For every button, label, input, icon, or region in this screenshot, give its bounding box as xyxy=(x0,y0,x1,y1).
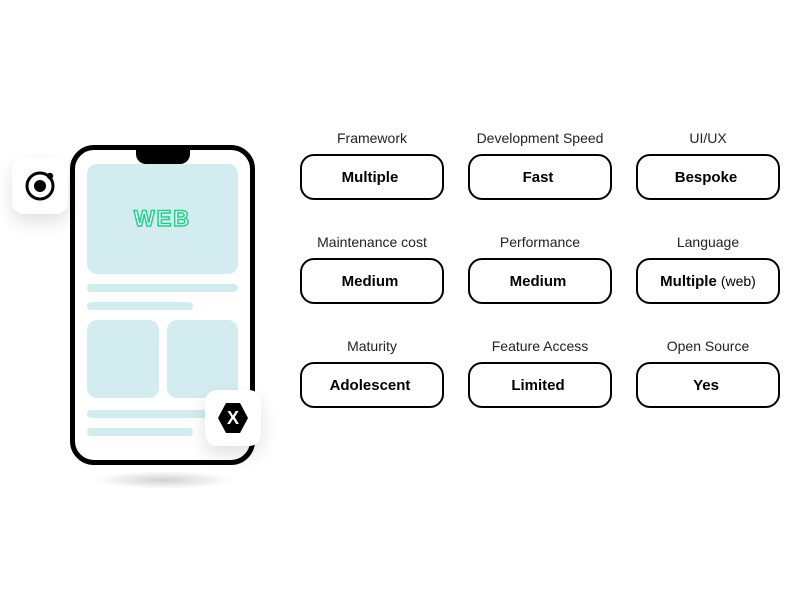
placeholder-bar-short xyxy=(87,302,193,310)
card-value: Medium xyxy=(342,273,399,290)
card-pill: Yes xyxy=(636,362,780,408)
card-maturity: Maturity Adolescent xyxy=(300,338,444,408)
card-framework: Framework Multiple xyxy=(300,130,444,200)
card-value: Multiple xyxy=(660,273,717,290)
card-value: Medium xyxy=(510,273,567,290)
card-development-speed: Development Speed Fast xyxy=(468,130,612,200)
hero-block: WEB xyxy=(87,164,238,274)
tile-row xyxy=(87,320,238,398)
card-category: Performance xyxy=(468,234,612,250)
card-maintenance-cost: Maintenance cost Medium xyxy=(300,234,444,304)
card-pill: Medium xyxy=(300,258,444,304)
card-language: Language Multiple(web) xyxy=(636,234,780,304)
card-value: Fast xyxy=(523,169,554,186)
card-pill: Medium xyxy=(468,258,612,304)
card-feature-access: Feature Access Limited xyxy=(468,338,612,408)
xamarin-icon: X xyxy=(215,400,251,436)
card-value: Bespoke xyxy=(675,169,738,186)
xamarin-badge: X xyxy=(205,390,261,446)
card-pill: Multiple(web) xyxy=(636,258,780,304)
card-value: Limited xyxy=(511,377,564,394)
card-category: Open Source xyxy=(636,338,780,354)
card-pill: Adolescent xyxy=(300,362,444,408)
placeholder-tile xyxy=(87,320,159,398)
card-pill: Bespoke xyxy=(636,154,780,200)
card-ui-ux: UI/UX Bespoke xyxy=(636,130,780,200)
attributes-grid: Framework Multiple Development Speed Fas… xyxy=(300,130,780,408)
card-value: Adolescent xyxy=(330,377,411,394)
card-category: Maturity xyxy=(300,338,444,354)
placeholder-tile xyxy=(167,320,239,398)
card-pill: Multiple xyxy=(300,154,444,200)
svg-text:X: X xyxy=(227,408,239,428)
card-category: Development Speed xyxy=(468,130,612,146)
placeholder-bar xyxy=(87,284,238,292)
ionic-icon xyxy=(23,169,57,203)
diagram-stage: WEB X xyxy=(0,0,800,600)
card-value: Multiple xyxy=(342,169,399,186)
card-suffix: (web) xyxy=(721,273,756,289)
card-performance: Performance Medium xyxy=(468,234,612,304)
card-category: Framework xyxy=(300,130,444,146)
web-label: WEB xyxy=(134,206,191,232)
card-pill: Fast xyxy=(468,154,612,200)
card-category: UI/UX xyxy=(636,130,780,146)
card-category: Feature Access xyxy=(468,338,612,354)
card-pill: Limited xyxy=(468,362,612,408)
placeholder-bar-short xyxy=(87,428,193,436)
card-category: Language xyxy=(636,234,780,250)
ionic-badge xyxy=(12,158,68,214)
card-value: Yes xyxy=(693,377,719,394)
phone-notch xyxy=(136,150,190,164)
card-category: Maintenance cost xyxy=(300,234,444,250)
phone-shadow xyxy=(93,471,233,489)
card-open-source: Open Source Yes xyxy=(636,338,780,408)
